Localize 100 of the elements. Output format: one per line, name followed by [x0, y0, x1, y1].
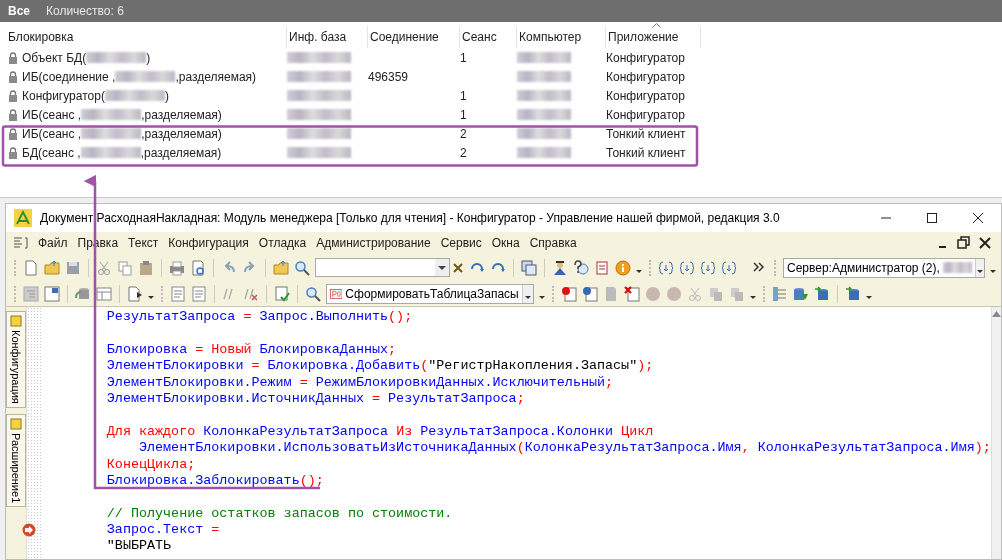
- delete-icon[interactable]: [624, 285, 640, 302]
- blurred-text: [517, 71, 571, 82]
- count-label: Количество: 6: [46, 3, 124, 20]
- column-header[interactable]: Соединение: [370, 28, 439, 46]
- blurred-text: [287, 90, 351, 101]
- procedure-icon: [330, 286, 343, 301]
- blurred-text: [942, 262, 973, 273]
- help-search-icon[interactable]: [573, 259, 589, 276]
- preview-icon[interactable]: [190, 259, 206, 276]
- filter-label[interactable]: Все: [8, 2, 30, 20]
- column-header[interactable]: Приложение: [608, 28, 679, 46]
- app-logo-icon: [14, 209, 32, 227]
- menu-item[interactable]: Файл: [38, 234, 68, 252]
- braces-icon[interactable]: [679, 259, 695, 276]
- module-icon[interactable]: [127, 285, 143, 302]
- blurred-text: [517, 52, 571, 63]
- braces-icon[interactable]: [700, 259, 716, 276]
- dropdown-icon[interactable]: [435, 259, 449, 276]
- blurred-text: [287, 147, 351, 158]
- column-header[interactable]: Сеанс: [462, 28, 497, 46]
- breakpoint-icon[interactable]: [561, 285, 577, 302]
- scrollbar[interactable]: [990, 307, 1001, 559]
- document-icon[interactable]: [23, 259, 39, 276]
- procedure-combo[interactable]: СформироватьТаблицаЗапасы: [326, 283, 534, 304]
- folder-icon[interactable]: [273, 259, 289, 276]
- lock-name: Объект БД(: [22, 49, 87, 67]
- blurred-text: [287, 109, 351, 120]
- menu-item[interactable]: Отладка: [258, 234, 307, 252]
- column-header[interactable]: Компьютер: [519, 28, 582, 46]
- menu-item[interactable]: Администрирование: [316, 234, 431, 252]
- structure-icon[interactable]: [772, 285, 788, 302]
- info-icon[interactable]: [615, 259, 631, 276]
- padlock-icon: [8, 70, 18, 83]
- code-line: ЭлементБлокировки = Блокировка.Добавить("РегистрНакопления.Запасы");: [106, 358, 654, 374]
- window-title: Документ РасходнаяНакладная: Модуль менеджера [Только для чтения] - Конфигуратор - Управление нашей фирмой, редакция 3.0: [40, 210, 780, 227]
- folder-icon[interactable]: [44, 259, 60, 276]
- search-icon[interactable]: [294, 259, 310, 276]
- execution-arrow-icon[interactable]: [21, 523, 36, 538]
- blurred-text: [81, 128, 142, 139]
- column-header[interactable]: Инф. база: [289, 28, 347, 46]
- padlock-icon: [8, 51, 18, 64]
- form-icon[interactable]: [44, 285, 60, 302]
- code-line: "ВЫБРАТЬ: [106, 538, 172, 554]
- database-icon[interactable]: [845, 285, 861, 302]
- person-icon[interactable]: [552, 259, 568, 276]
- module-icon: [10, 417, 22, 430]
- table-cell-text: Конфигуратор: [606, 87, 685, 105]
- braces-icon[interactable]: [658, 259, 674, 276]
- floppy-icon[interactable]: [65, 259, 81, 276]
- table-cell-text: Конфигуратор: [606, 49, 685, 67]
- printer-icon[interactable]: [169, 259, 185, 276]
- lock-name: ,разделяемая): [175, 68, 257, 86]
- lock-name: ИБ(сеанс ,: [22, 125, 82, 143]
- search-field[interactable]: [315, 258, 450, 277]
- code-line: КонецЦикла;: [106, 456, 196, 472]
- search-icon[interactable]: [305, 285, 321, 302]
- database-icon[interactable]: [814, 285, 830, 302]
- blurred-text: [287, 128, 351, 139]
- menu-item[interactable]: Справка: [529, 234, 577, 252]
- table-cell: 1: [460, 50, 467, 65]
- code-line: Блокировка = Новый БлокировкаДанных;: [106, 341, 397, 357]
- blurred-text: [287, 71, 351, 82]
- notepad-icon[interactable]: [594, 259, 610, 276]
- table-cell: 2: [460, 126, 467, 141]
- menu-item[interactable]: Окна: [491, 234, 520, 252]
- padlock-icon: [8, 146, 18, 159]
- braces-icon[interactable]: [721, 259, 737, 276]
- clear-icon[interactable]: [452, 261, 464, 274]
- module-menu-icon[interactable]: [12, 236, 30, 250]
- padlock-icon: [8, 127, 18, 140]
- menu-item[interactable]: Текст: [128, 234, 159, 252]
- side-tab[interactable]: Расширение1: [6, 413, 26, 508]
- table-cell-text: Тонкий клиент: [606, 144, 686, 162]
- code-line: РезультатЗапроса = Запрос.Выполнить();: [106, 309, 413, 324]
- database-icon[interactable]: [75, 285, 91, 302]
- table-cell: 2: [460, 145, 467, 160]
- close-icon[interactable]: [979, 237, 991, 249]
- breakpoint-icon[interactable]: [582, 285, 598, 302]
- side-tab[interactable]: Конфигурация: [6, 311, 26, 408]
- blurred-text: [86, 52, 147, 63]
- code-line: // Получение остатков запасов по стоимости.: [106, 505, 453, 521]
- database-icon[interactable]: [793, 285, 809, 302]
- lock-name: ,разделяемая): [140, 144, 222, 162]
- check-icon[interactable]: [274, 285, 290, 302]
- lock-name: ,разделяемая): [141, 125, 222, 143]
- lock-name: ИБ(соединение ,: [22, 68, 116, 86]
- padlock-icon: [8, 89, 18, 102]
- restore-icon[interactable]: [957, 236, 971, 250]
- column-header[interactable]: Блокировка: [8, 28, 74, 46]
- scroll-up-icon[interactable]: [991, 311, 1001, 317]
- table-icon[interactable]: [96, 285, 112, 302]
- clipboard-icon[interactable]: [138, 259, 154, 276]
- code-line: Блокировка.Заблокировать();: [106, 472, 324, 488]
- menu-item[interactable]: Сервис: [440, 234, 482, 252]
- server-combo[interactable]: Сервер:Администратор (2),: [783, 257, 985, 278]
- menu-item[interactable]: Конфигурация: [168, 234, 249, 252]
- blurred-text: [115, 71, 176, 82]
- lock-name: БД(сеанс ,: [22, 144, 81, 162]
- padlock-icon: [8, 108, 18, 121]
- windows-icon[interactable]: [521, 259, 537, 276]
